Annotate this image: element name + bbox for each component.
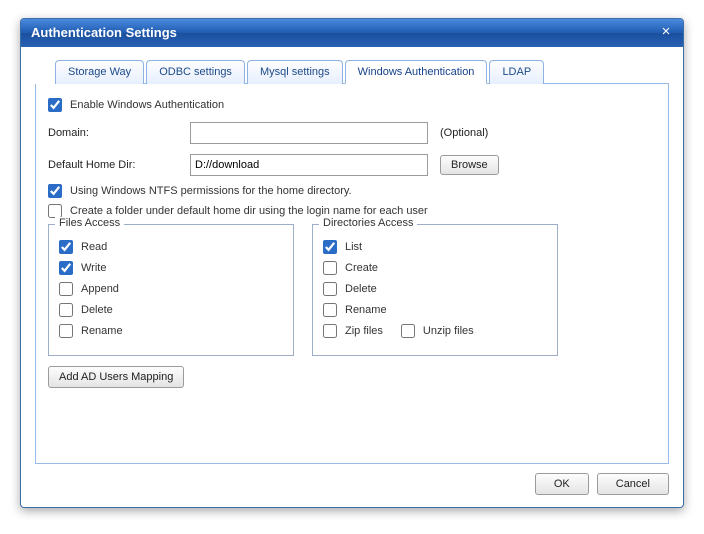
domain-input[interactable] [190, 122, 428, 144]
create-folder-checkbox[interactable] [48, 204, 62, 218]
titlebar[interactable]: Authentication Settings × [21, 19, 683, 47]
window-title: Authentication Settings [31, 25, 177, 40]
file-rename-label: Rename [81, 325, 123, 337]
enable-winauth-row: Enable Windows Authentication [48, 98, 656, 112]
zip-label: Zip files [345, 325, 383, 337]
unzip-checkbox[interactable] [401, 324, 415, 338]
tab-mysql[interactable]: Mysql settings [247, 60, 343, 84]
close-icon[interactable]: × [657, 24, 675, 42]
tab-label: ODBC settings [159, 66, 232, 78]
file-read-checkbox[interactable] [59, 240, 73, 254]
dir-delete-checkbox[interactable] [323, 282, 337, 296]
ok-label: OK [554, 478, 570, 490]
files-access-fieldset: Files Access Read Write Append Delete Re… [48, 224, 294, 356]
zip-checkbox[interactable] [323, 324, 337, 338]
add-ad-mapping-label: Add AD Users Mapping [59, 371, 173, 383]
file-read-label: Read [81, 241, 107, 253]
dir-create-checkbox[interactable] [323, 261, 337, 275]
cancel-button[interactable]: Cancel [597, 473, 669, 495]
tab-ldap[interactable]: LDAP [489, 60, 544, 84]
file-delete-label: Delete [81, 304, 113, 316]
browse-label: Browse [451, 159, 488, 171]
homedir-label: Default Home Dir: [48, 159, 190, 171]
ok-button[interactable]: OK [535, 473, 589, 495]
file-write-label: Write [81, 262, 106, 274]
dirs-access-fieldset: Directories Access List Create Delete Re… [312, 224, 558, 356]
domain-label: Domain: [48, 127, 190, 139]
homedir-input[interactable] [190, 154, 428, 176]
dir-rename-label: Rename [345, 304, 387, 316]
enable-winauth-checkbox[interactable] [48, 98, 62, 112]
tab-label: LDAP [502, 66, 531, 78]
tab-label: Windows Authentication [358, 66, 475, 78]
ntfs-label: Using Windows NTFS permissions for the h… [70, 185, 352, 197]
auth-settings-window: Authentication Settings × Storage Way OD… [20, 18, 684, 508]
file-write-checkbox[interactable] [59, 261, 73, 275]
add-mapping-row: Add AD Users Mapping [48, 366, 656, 388]
tab-panel-windows-auth: Enable Windows Authentication Domain: (O… [35, 84, 669, 464]
file-rename-checkbox[interactable] [59, 324, 73, 338]
tab-label: Storage Way [68, 66, 131, 78]
file-append-label: Append [81, 283, 119, 295]
ntfs-checkbox[interactable] [48, 184, 62, 198]
file-delete-checkbox[interactable] [59, 303, 73, 317]
domain-row: Domain: (Optional) [48, 122, 656, 144]
dirs-access-title: Directories Access [319, 217, 417, 229]
cancel-label: Cancel [616, 478, 650, 490]
window-content: Storage Way ODBC settings Mysql settings… [21, 47, 683, 474]
dir-create-label: Create [345, 262, 378, 274]
file-append-checkbox[interactable] [59, 282, 73, 296]
ntfs-row: Using Windows NTFS permissions for the h… [48, 184, 656, 198]
dialog-footer: OK Cancel [535, 473, 669, 495]
access-fieldsets: Files Access Read Write Append Delete Re… [48, 224, 656, 356]
unzip-label: Unzip files [423, 325, 474, 337]
tab-storage-way[interactable]: Storage Way [55, 60, 144, 84]
dir-list-checkbox[interactable] [323, 240, 337, 254]
browse-button[interactable]: Browse [440, 155, 499, 175]
zip-row: Zip files Unzip files [323, 324, 547, 338]
tab-strip: Storage Way ODBC settings Mysql settings… [55, 59, 669, 84]
dir-list-label: List [345, 241, 362, 253]
files-access-title: Files Access [55, 217, 124, 229]
create-folder-label: Create a folder under default home dir u… [70, 205, 428, 217]
tab-windows-auth[interactable]: Windows Authentication [345, 60, 488, 84]
enable-winauth-label: Enable Windows Authentication [70, 99, 224, 111]
tab-label: Mysql settings [260, 66, 330, 78]
domain-optional-hint: (Optional) [440, 127, 488, 139]
dir-rename-checkbox[interactable] [323, 303, 337, 317]
tab-odbc[interactable]: ODBC settings [146, 60, 245, 84]
create-folder-row: Create a folder under default home dir u… [48, 204, 656, 218]
add-ad-mapping-button[interactable]: Add AD Users Mapping [48, 366, 184, 388]
dir-delete-label: Delete [345, 283, 377, 295]
homedir-row: Default Home Dir: Browse [48, 154, 656, 176]
